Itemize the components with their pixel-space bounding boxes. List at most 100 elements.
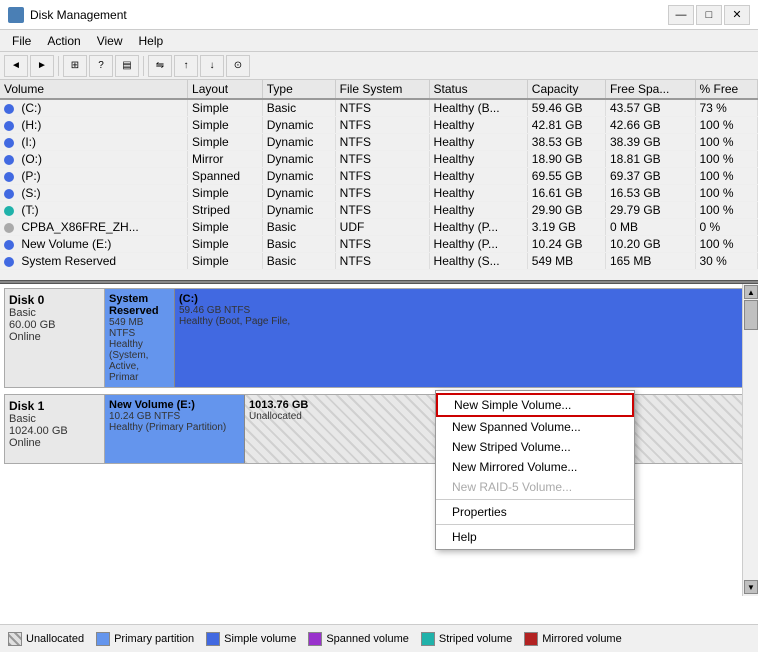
table-row[interactable]: (P:) Spanned Dynamic NTFS Healthy 69.55 …	[0, 168, 758, 185]
col-volume[interactable]: Volume	[0, 80, 188, 99]
cell-volume: (I:)	[0, 134, 188, 151]
cell-free: 165 MB	[605, 253, 695, 270]
ctx-new-mirrored[interactable]: New Mirrored Volume...	[436, 457, 634, 477]
table-row[interactable]: (H:) Simple Dynamic NTFS Healthy 42.81 G…	[0, 117, 758, 134]
menu-bar: File Action View Help	[0, 30, 758, 52]
disk-row-1: Disk 1 Basic 1024.00 GB Online New Volum…	[4, 394, 754, 464]
partition-c[interactable]: (C:) 59.46 GB NTFS Healthy (Boot, Page F…	[175, 289, 753, 387]
minimize-button[interactable]: —	[668, 5, 694, 25]
cell-filesystem: NTFS	[335, 236, 429, 253]
table-row[interactable]: (I:) Simple Dynamic NTFS Healthy 38.53 G…	[0, 134, 758, 151]
table-row[interactable]: (C:) Simple Basic NTFS Healthy (B... 59.…	[0, 99, 758, 117]
disk-0-type: Basic	[9, 307, 100, 319]
legend-primary: Primary partition	[96, 632, 194, 646]
toolbar-back[interactable]: ◄	[4, 55, 28, 77]
legend-mirrored-label: Mirrored volume	[542, 633, 621, 645]
col-pctfree[interactable]: % Free	[695, 80, 758, 99]
disk-area-scrollbar[interactable]: ▲ ▼	[742, 284, 758, 596]
cell-capacity: 549 MB	[527, 253, 605, 270]
legend-mirrored: Mirrored volume	[524, 632, 621, 646]
menu-action[interactable]: Action	[39, 32, 88, 50]
cell-filesystem: NTFS	[335, 117, 429, 134]
cell-pctfree: 100 %	[695, 185, 758, 202]
cell-volume: (C:)	[0, 99, 188, 117]
disk-0-size: 60.00 GB	[9, 319, 100, 331]
cell-layout: Spanned	[188, 168, 263, 185]
cell-filesystem: NTFS	[335, 151, 429, 168]
toolbar-btn3[interactable]: ▤	[115, 55, 139, 77]
col-status[interactable]: Status	[429, 80, 527, 99]
volume-table: Volume Layout Type File System Status Ca…	[0, 80, 758, 270]
cell-filesystem: NTFS	[335, 202, 429, 219]
col-filesystem[interactable]: File System	[335, 80, 429, 99]
ctx-new-striped[interactable]: New Striped Volume...	[436, 437, 634, 457]
table-row[interactable]: (S:) Simple Dynamic NTFS Healthy 16.61 G…	[0, 185, 758, 202]
cell-pctfree: 30 %	[695, 253, 758, 270]
col-free[interactable]: Free Spa...	[605, 80, 695, 99]
partition-e[interactable]: New Volume (E:) 10.24 GB NTFS Healthy (P…	[105, 395, 245, 463]
toolbar-forward[interactable]: ►	[30, 55, 54, 77]
table-row[interactable]: (T:) Striped Dynamic NTFS Healthy 29.90 …	[0, 202, 758, 219]
partition-system-size: 549 MB NTFS	[109, 317, 170, 339]
scroll-up[interactable]: ▲	[744, 285, 758, 299]
col-capacity[interactable]: Capacity	[527, 80, 605, 99]
toolbar-btn2[interactable]: ?	[89, 55, 113, 77]
cell-layout: Simple	[188, 99, 263, 117]
toolbar-btn7[interactable]: ⊙	[226, 55, 250, 77]
toolbar-btn4[interactable]: ⇋	[148, 55, 172, 77]
menu-help[interactable]: Help	[131, 32, 172, 50]
menu-view[interactable]: View	[89, 32, 131, 50]
table-row[interactable]: CPBA_X86FRE_ZH... Simple Basic UDF Healt…	[0, 219, 758, 236]
ctx-new-spanned[interactable]: New Spanned Volume...	[436, 417, 634, 437]
legend-unallocated: Unallocated	[8, 632, 84, 646]
maximize-button[interactable]: □	[696, 5, 722, 25]
app-title: Disk Management	[30, 8, 127, 22]
close-button[interactable]: ✕	[724, 5, 750, 25]
cell-status: Healthy	[429, 151, 527, 168]
ctx-help[interactable]: Help	[436, 527, 634, 547]
ctx-new-raid5: New RAID-5 Volume...	[436, 477, 634, 497]
table-row[interactable]: New Volume (E:) Simple Basic NTFS Health…	[0, 236, 758, 253]
cell-free: 43.57 GB	[605, 99, 695, 117]
legend-spanned: Spanned volume	[308, 632, 409, 646]
ctx-properties[interactable]: Properties	[436, 502, 634, 522]
disk-1-name: Disk 1	[9, 399, 100, 413]
cell-free: 69.37 GB	[605, 168, 695, 185]
toolbar-btn1[interactable]: ⊞	[63, 55, 87, 77]
scroll-down[interactable]: ▼	[744, 580, 758, 594]
cell-filesystem: NTFS	[335, 134, 429, 151]
disk-1-size: 1024.00 GB	[9, 425, 100, 437]
volume-icon	[4, 240, 14, 250]
cell-status: Healthy (S...	[429, 253, 527, 270]
cell-layout: Simple	[188, 185, 263, 202]
cell-capacity: 29.90 GB	[527, 202, 605, 219]
table-row[interactable]: System Reserved Simple Basic NTFS Health…	[0, 253, 758, 270]
cell-status: Healthy (P...	[429, 219, 527, 236]
disk-1-type: Basic	[9, 413, 100, 425]
cell-status: Healthy	[429, 168, 527, 185]
legend-simple-label: Simple volume	[224, 633, 296, 645]
disk-visual-area[interactable]: Disk 0 Basic 60.00 GB Online System Rese…	[0, 284, 758, 624]
toolbar-btn6[interactable]: ↓	[200, 55, 224, 77]
cell-filesystem: NTFS	[335, 99, 429, 117]
cell-volume: (H:)	[0, 117, 188, 134]
scroll-thumb[interactable]	[744, 300, 758, 330]
cell-pctfree: 100 %	[695, 117, 758, 134]
partition-e-size: 10.24 GB NTFS	[109, 411, 240, 422]
cell-filesystem: NTFS	[335, 168, 429, 185]
volume-name: (I:)	[21, 135, 36, 149]
volume-table-container[interactable]: Volume Layout Type File System Status Ca…	[0, 80, 758, 280]
cell-volume: (S:)	[0, 185, 188, 202]
menu-file[interactable]: File	[4, 32, 39, 50]
toolbar-btn5[interactable]: ↑	[174, 55, 198, 77]
col-layout[interactable]: Layout	[188, 80, 263, 99]
col-type[interactable]: Type	[262, 80, 335, 99]
volume-icon	[4, 257, 14, 267]
app-icon	[8, 7, 24, 23]
cell-pctfree: 0 %	[695, 219, 758, 236]
cell-layout: Simple	[188, 117, 263, 134]
table-row[interactable]: (O:) Mirror Dynamic NTFS Healthy 18.90 G…	[0, 151, 758, 168]
partition-system-reserved[interactable]: System Reserved 549 MB NTFS Healthy (Sys…	[105, 289, 175, 387]
ctx-new-simple[interactable]: New Simple Volume...	[436, 393, 634, 417]
window-controls: — □ ✕	[668, 5, 750, 25]
